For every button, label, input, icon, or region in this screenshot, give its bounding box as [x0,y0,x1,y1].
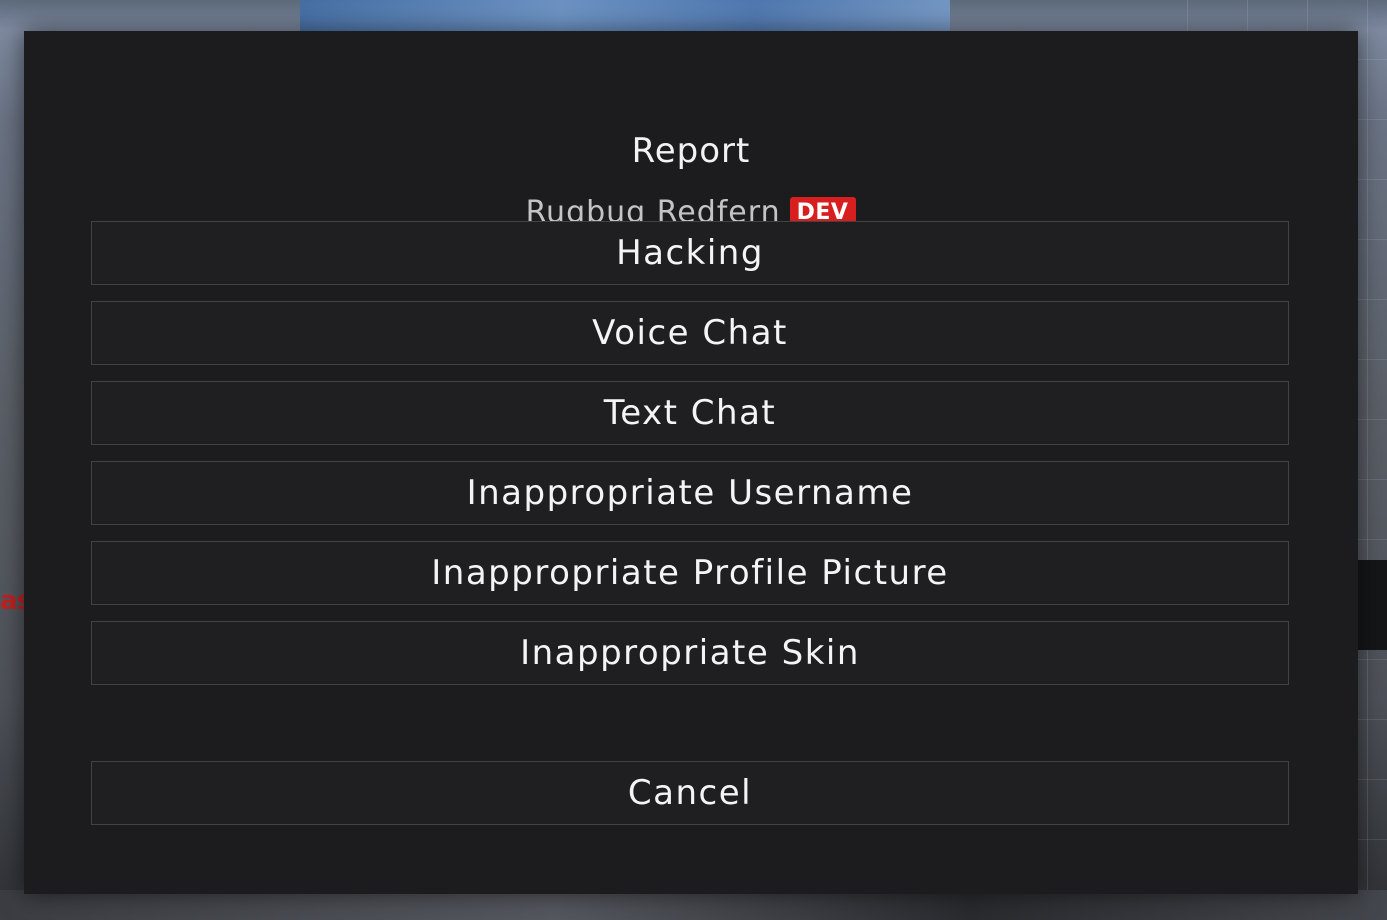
report-option-label: Hacking [616,233,764,273]
report-option-text-chat[interactable]: Text Chat [91,381,1289,445]
report-option-label: Inappropriate Username [466,473,914,513]
report-option-label: Inappropriate Profile Picture [431,553,949,593]
cancel-button-label: Cancel [627,773,753,813]
cancel-button[interactable]: Cancel [91,761,1289,825]
report-option-hacking[interactable]: Hacking [91,221,1289,285]
report-option-label: Voice Chat [592,313,788,353]
dialog-title: Report [631,131,751,171]
report-option-inappropriate-skin[interactable]: Inappropriate Skin [91,621,1289,685]
background-floor [0,890,1387,920]
report-option-voice-chat[interactable]: Voice Chat [91,301,1289,365]
report-option-label: Inappropriate Skin [520,633,860,673]
report-option-inappropriate-username[interactable]: Inappropriate Username [91,461,1289,525]
game-scene: as Report Rugbug Redfern DEV Hacking Voi… [0,0,1387,920]
report-option-label: Text Chat [603,393,777,433]
report-dialog: Report Rugbug Redfern DEV Hacking Voice … [24,31,1358,894]
report-option-inappropriate-profile-picture[interactable]: Inappropriate Profile Picture [91,541,1289,605]
